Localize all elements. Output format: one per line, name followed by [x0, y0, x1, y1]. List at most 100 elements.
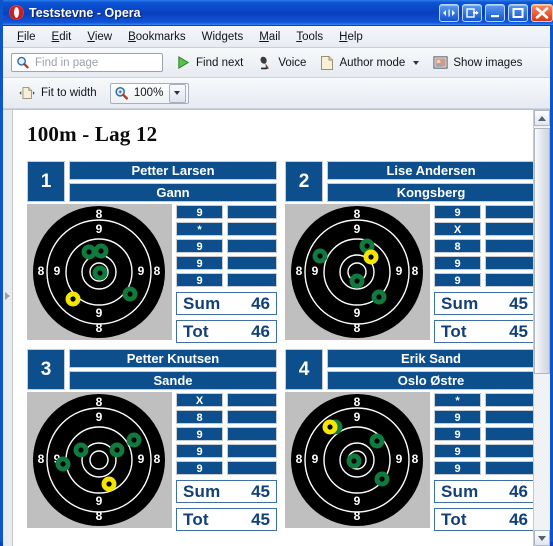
shot-value: 9: [434, 410, 481, 424]
svg-text:9: 9: [312, 264, 319, 278]
find-next-button[interactable]: Find next: [169, 53, 250, 72]
minimize-button[interactable]: [485, 3, 505, 22]
tot-row: Tot 45: [434, 320, 533, 343]
scrollbar-track[interactable]: [534, 376, 550, 530]
shot-blank-cell: [485, 427, 533, 441]
target-graphic: 88889999: [27, 204, 172, 340]
svg-text:8: 8: [412, 452, 419, 466]
menu-item-tools[interactable]: Tools: [288, 29, 331, 45]
shot-value: 9: [176, 444, 223, 458]
maximize-button[interactable]: [508, 3, 528, 22]
zoom-control[interactable]: 100%: [109, 82, 189, 104]
shooter-info: Petter Larsen Gann: [69, 161, 277, 202]
opera-logo-icon: [9, 5, 24, 20]
target-card: 1 Petter Larsen Gann 88889999 9 * 9 9 9: [27, 161, 277, 343]
tot-label: Tot: [441, 509, 467, 529]
shot-value: 9: [434, 273, 481, 287]
show-images-label: Show images: [453, 56, 523, 69]
shot-row: 9: [434, 461, 533, 475]
tot-value: 46: [251, 321, 270, 341]
shot-value: 9: [176, 427, 223, 441]
shot-row: 8: [434, 239, 533, 253]
shot-value: 9: [176, 239, 223, 253]
svg-text:8: 8: [354, 321, 361, 335]
svg-text:9: 9: [354, 494, 361, 508]
author-mode-button[interactable]: Author mode: [313, 53, 426, 73]
shot-row: 9: [434, 205, 533, 219]
scroll-up-button[interactable]: [534, 110, 550, 126]
search-input[interactable]: Find in page: [11, 53, 163, 72]
shot-blank-cell: [485, 239, 533, 253]
shot-row: X: [176, 393, 277, 407]
shot-row: X: [434, 222, 533, 236]
menu-item-file[interactable]: FFileile: [9, 29, 44, 45]
target-card: 3 Petter Knutsen Sande 88889999 X 8 9 9 …: [27, 349, 277, 531]
lane-number: 1: [27, 161, 65, 202]
card-header: 4 Erik Sand Oslo Østre: [285, 349, 533, 390]
detach-button[interactable]: [462, 3, 482, 22]
shot-row: 9: [176, 461, 277, 475]
svg-text:8: 8: [354, 395, 361, 409]
scrollbar-thumb[interactable]: [534, 128, 550, 374]
voice-label: Voice: [278, 56, 307, 69]
sum-value: 46: [509, 481, 528, 501]
fit-to-width-button[interactable]: Fit to width: [11, 83, 104, 103]
tot-label: Tot: [183, 321, 209, 341]
svg-text:8: 8: [154, 452, 161, 466]
shot-blank-cell: [227, 205, 277, 219]
svg-text:9: 9: [138, 452, 145, 466]
menu-item-bookmarks[interactable]: Bookmarks: [120, 29, 194, 45]
tot-value: 45: [251, 509, 270, 529]
shooter-club: Sande: [69, 371, 277, 390]
shooter-info: Lise Andersen Kongsberg: [327, 161, 533, 202]
svg-text:9: 9: [96, 410, 103, 424]
target-card-grid: 1 Petter Larsen Gann 88889999 9 * 9 9 9: [27, 161, 533, 531]
sum-label: Sum: [441, 293, 479, 313]
shooter-club: Gann: [69, 183, 277, 202]
menu-item-mail[interactable]: Mail: [251, 29, 288, 45]
shot-blank-cell: [227, 256, 277, 270]
zoom-toolbar: Fit to width 100%: [3, 78, 550, 109]
shot-value: 9: [176, 256, 223, 270]
show-images-button[interactable]: Show images: [426, 53, 529, 72]
voice-button[interactable]: Voice: [250, 53, 313, 73]
menu-item-view[interactable]: View: [79, 29, 120, 45]
panel-toggle-button[interactable]: [439, 3, 459, 22]
shot-blank-cell: [485, 256, 533, 270]
shot-value: 8: [176, 410, 223, 424]
menu-item-edit[interactable]: Edit: [44, 29, 80, 45]
chevron-down-icon[interactable]: [413, 60, 420, 65]
card-header: 1 Petter Larsen Gann: [27, 161, 277, 202]
page-content: 100m - Lag 12 1 Petter Larsen Gann 88889…: [13, 110, 533, 546]
zoom-value: 100%: [133, 87, 164, 99]
left-right-arrows-icon: [443, 9, 455, 16]
score-list: X 8 9 9 9 Sum 45 Tot 45: [176, 392, 277, 531]
lane-number: 4: [285, 349, 323, 390]
shot-row: 9: [176, 239, 277, 253]
shot-value: 9: [176, 461, 223, 475]
tot-value: 46: [509, 509, 528, 529]
vertical-scrollbar[interactable]: [533, 110, 550, 546]
zoom-dropdown-button[interactable]: [168, 83, 186, 103]
tot-row: Tot 45: [176, 508, 277, 531]
close-icon: [535, 6, 549, 19]
close-button[interactable]: [531, 3, 553, 22]
scroll-down-button[interactable]: [534, 530, 550, 546]
shot-row: *: [434, 393, 533, 407]
sum-label: Sum: [441, 481, 479, 501]
svg-text:9: 9: [396, 452, 403, 466]
svg-text:8: 8: [96, 509, 103, 523]
shot-blank-cell: [227, 239, 277, 253]
fit-to-width-label: Fit to width: [41, 87, 97, 99]
page-viewport: 100m - Lag 12 1 Petter Larsen Gann 88889…: [3, 109, 550, 546]
author-mode-label: Author mode: [339, 56, 406, 69]
shot-blank-cell: [227, 461, 277, 475]
shot-row: 9: [434, 410, 533, 424]
menu-item-widgets[interactable]: Widgets: [194, 29, 252, 45]
target-graphic: 88889999: [27, 392, 172, 528]
page-title: 100m - Lag 12: [27, 122, 158, 146]
shot-value: X: [434, 222, 481, 236]
panel-expander[interactable]: [3, 110, 13, 546]
target-graphic: 88889999: [285, 204, 430, 340]
menu-item-help[interactable]: Help: [331, 29, 371, 45]
